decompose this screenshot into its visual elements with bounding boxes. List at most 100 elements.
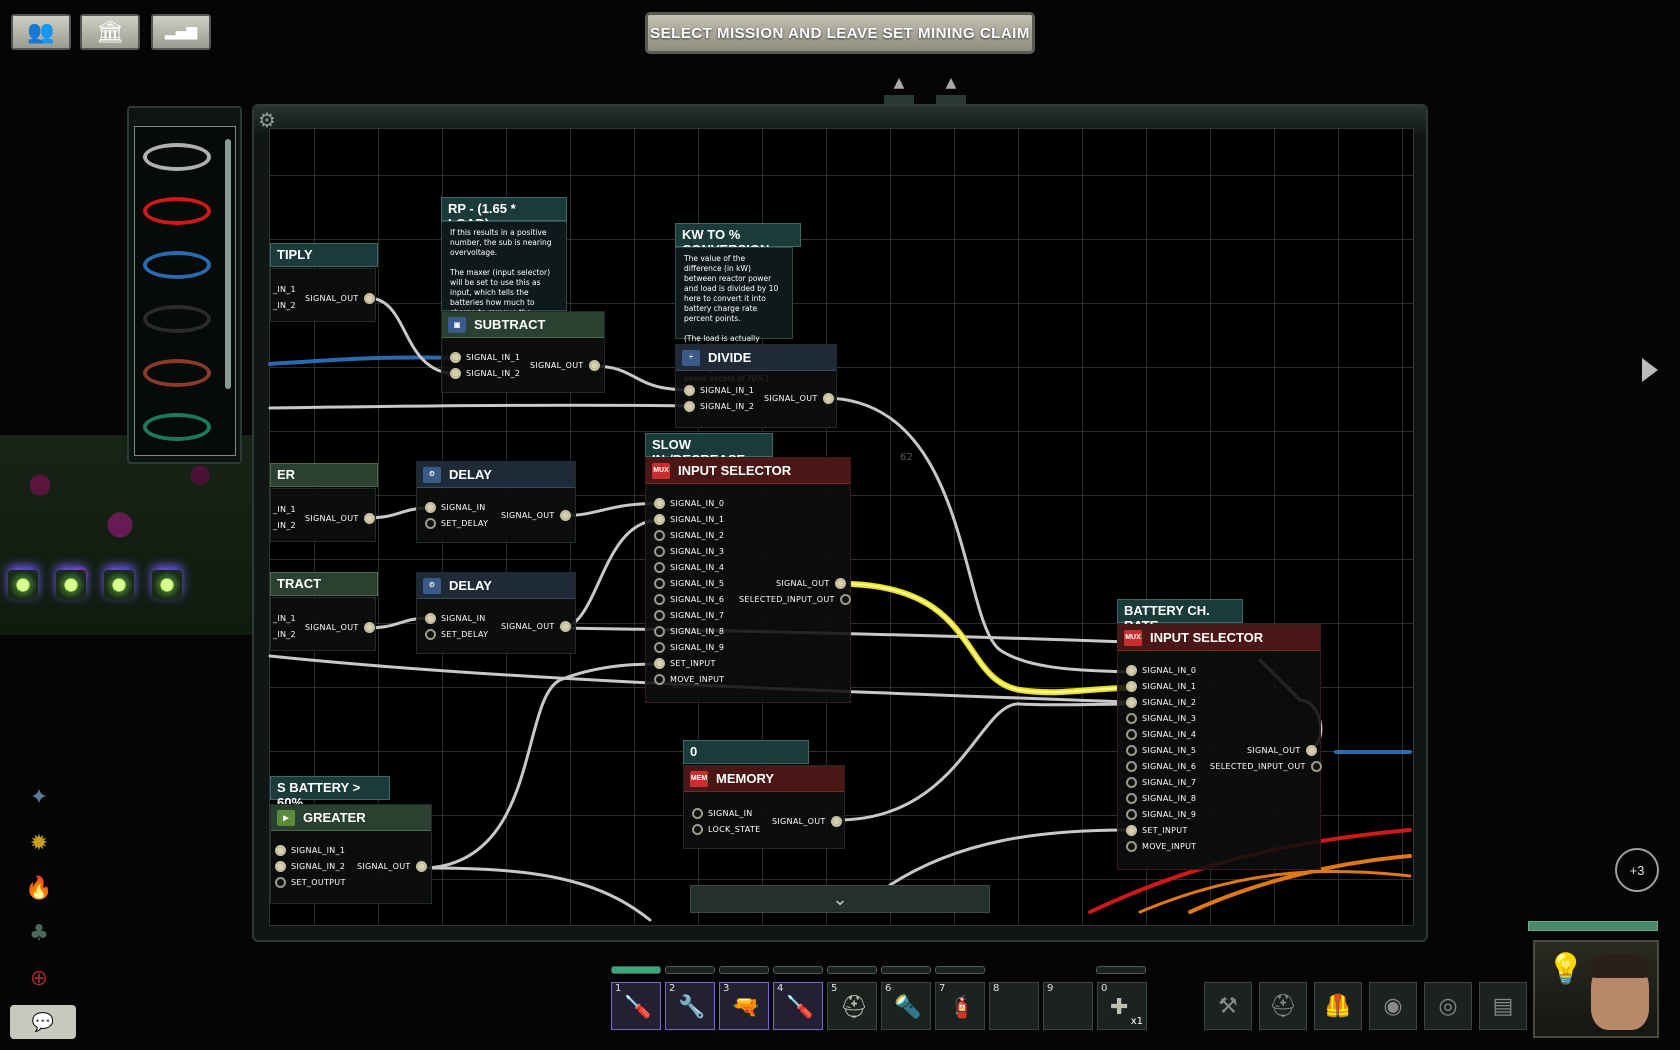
helmet-icon[interactable]: ⛑ — [1259, 982, 1307, 1030]
divide-component[interactable]: ÷ DIVIDE SIGNAL_IN_1 SIGNAL_IN_2 SIGNAL_O… — [675, 344, 837, 428]
pin-in-1[interactable]: SIGNAL_IN_1 — [450, 352, 520, 363]
pin-in-1[interactable]: _IN_1 — [273, 285, 296, 294]
input-selector-1[interactable]: MUX INPUT SELECTOR SIGNAL_IN_0 SIGNAL_IN_… — [645, 457, 851, 703]
select-mission-button[interactable]: SELECT MISSION AND LEAVE SET MINING CLAI… — [645, 12, 1035, 54]
pin-in-1[interactable]: SIGNAL_IN_1 — [684, 385, 754, 396]
pin-out[interactable]: SIGNAL_OUT — [501, 510, 571, 521]
pin-signal-out[interactable]: SIGNAL_OUT — [1247, 745, 1317, 756]
pin-signal-in-1[interactable]: SIGNAL_IN_1 — [1126, 681, 1196, 692]
hotbar-slot-0[interactable]: 0 ✚ x1 — [1097, 982, 1147, 1030]
hotbar-slot-3[interactable]: 3 🔫 — [719, 982, 769, 1030]
delay-component-2[interactable]: ⏲ DELAY SIGNAL_IN SET_DELAY SIGNAL_OUT — [416, 572, 576, 654]
pin-signal-in-7[interactable]: SIGNAL_IN_7 — [1126, 777, 1196, 788]
goggles-icon[interactable]: ◎ — [1424, 982, 1472, 1030]
pin-set-output[interactable]: SET_OUTPUT — [275, 877, 346, 888]
wire-item-gray[interactable] — [143, 143, 211, 171]
armor-icon[interactable]: 🦺 — [1314, 982, 1362, 1030]
tract-component[interactable]: _IN_1 _IN_2 SIGNAL_OUT — [270, 597, 376, 651]
pin-signal-in-0[interactable]: SIGNAL_IN_0 — [1126, 665, 1196, 676]
hotbar-slot-2[interactable]: 2 🔧 — [665, 982, 715, 1030]
pin-signal-in-2[interactable]: SIGNAL_IN_2 — [654, 530, 724, 541]
pin-out[interactable]: SIGNAL_OUT — [772, 816, 842, 827]
pin-signal-in-3[interactable]: SIGNAL_IN_3 — [654, 546, 724, 557]
pin-signal-in-5[interactable]: SIGNAL_IN_5 — [654, 578, 724, 589]
pin-signal-in-9[interactable]: SIGNAL_IN_9 — [654, 642, 724, 653]
pin-lock-state[interactable]: LOCK_STATE — [692, 824, 760, 835]
pin-signal-in-3[interactable]: SIGNAL_IN_3 — [1126, 713, 1196, 724]
hotbar-slot-5[interactable]: 5 ⛑ — [827, 982, 877, 1030]
character-portrait[interactable]: 💡 — [1533, 940, 1659, 1038]
pin-in-1[interactable]: SIGNAL_IN_1 — [275, 845, 345, 856]
pin-out[interactable]: SIGNAL_OUT — [305, 513, 375, 524]
hotbar-slot-4[interactable]: 4 🪛 — [773, 982, 823, 1030]
greater-component[interactable]: ▶ GREATER SIGNAL_IN_1 SIGNAL_IN_2 SET_OUT… — [270, 804, 432, 904]
weapon-icon[interactable]: ⚒ — [1204, 982, 1252, 1030]
pin-signal-in-1[interactable]: SIGNAL_IN_1 — [654, 514, 724, 525]
pin-in-2[interactable]: SIGNAL_IN_2 — [450, 368, 520, 379]
pin-in-2[interactable]: SIGNAL_IN_2 — [684, 401, 754, 412]
pin-in-2[interactable]: SIGNAL_IN_2 — [275, 861, 345, 872]
memory-component[interactable]: MEM MEMORY SIGNAL_IN LOCK_STATE SIGNAL_OU… — [683, 765, 845, 849]
pin-in-1[interactable]: _IN_1 — [273, 614, 296, 623]
pin-signal-in-7[interactable]: SIGNAL_IN_7 — [654, 610, 724, 621]
pin-signal-in-8[interactable]: SIGNAL_IN_8 — [1126, 793, 1196, 804]
pin-signal-in-0[interactable]: SIGNAL_IN_0 — [654, 498, 724, 509]
input-selector-2[interactable]: MUX INPUT SELECTOR SIGNAL_IN_0 SIGNAL_IN_… — [1117, 624, 1322, 870]
pin-in-2[interactable]: _IN_2 — [273, 630, 296, 639]
notifications-badge[interactable]: +3 — [1615, 848, 1659, 892]
pin-out[interactable]: SIGNAL_OUT — [305, 622, 375, 633]
fire-talent-icon[interactable]: 🔥 — [20, 869, 58, 907]
pin-out[interactable]: SIGNAL_OUT — [305, 293, 375, 304]
wire-item-brown[interactable] — [143, 359, 211, 387]
pin-out[interactable]: SIGNAL_OUT — [501, 621, 571, 632]
pin-in-2[interactable]: _IN_2 — [273, 521, 296, 530]
pin-signal-in-4[interactable]: SIGNAL_IN_4 — [1126, 729, 1196, 740]
pin-set-input[interactable]: SET_INPUT — [654, 658, 716, 669]
wire-item-red[interactable] — [143, 197, 211, 225]
pin-out[interactable]: SIGNAL_OUT — [764, 393, 834, 404]
pin-signal-in-5[interactable]: SIGNAL_IN_5 — [1126, 745, 1196, 756]
hotbar-slot-7[interactable]: 7 🧯 — [935, 982, 985, 1030]
targeting-talent-icon[interactable]: ⊕ — [20, 959, 58, 997]
campaign-button[interactable]: 🏛 — [80, 14, 140, 50]
tree-talent-icon[interactable]: ♣ — [20, 914, 58, 952]
pin-selected-input-out[interactable]: SELECTED_INPUT_OUT — [739, 594, 851, 605]
collapse-button[interactable]: ⌄ — [690, 885, 990, 913]
stats-button[interactable]: ▂▄▆ — [151, 14, 211, 50]
diving-suit-icon[interactable]: ◉ — [1369, 982, 1417, 1030]
pin-signal-in-6[interactable]: SIGNAL_IN_6 — [1126, 761, 1196, 772]
wire-item-blue[interactable] — [143, 251, 211, 279]
hotbar-slot-9[interactable]: 9 — [1043, 982, 1093, 1030]
medical-talent-icon[interactable]: ✦ — [20, 778, 58, 816]
engineer-talent-icon[interactable]: ✹ — [20, 824, 58, 862]
subtract-component[interactable]: ▣ SUBTRACT SIGNAL_IN_1 SIGNAL_IN_2 SIGNAL… — [441, 311, 605, 393]
palette-scrollbar[interactable] — [225, 139, 231, 389]
bag-icon[interactable]: ▤ — [1479, 982, 1527, 1030]
pin-signal-in-2[interactable]: SIGNAL_IN_2 — [1126, 697, 1196, 708]
pin-signal-in[interactable]: SIGNAL_IN — [425, 613, 486, 624]
er-component[interactable]: _IN_1 _IN_2 SIGNAL_OUT — [270, 488, 376, 542]
pin-signal-in-6[interactable]: SIGNAL_IN_6 — [654, 594, 724, 605]
pin-out[interactable]: SIGNAL_OUT — [530, 360, 600, 371]
pin-signal-in-8[interactable]: SIGNAL_IN_8 — [654, 626, 724, 637]
chat-button[interactable]: 💬 — [10, 1005, 76, 1039]
pin-signal-out[interactable]: SIGNAL_OUT — [776, 578, 846, 589]
pin-set-input[interactable]: SET_INPUT — [1126, 825, 1188, 836]
hotbar-slot-8[interactable]: 8 — [989, 982, 1039, 1030]
pin-in-1[interactable]: _IN_1 — [273, 505, 296, 514]
pin-signal-in[interactable]: SIGNAL_IN — [692, 808, 753, 819]
pin-set-delay[interactable]: SET_DELAY — [425, 518, 488, 529]
pin-selected-input-out[interactable]: SELECTED_INPUT_OUT — [1210, 761, 1322, 772]
pin-move-input[interactable]: MOVE_INPUT — [654, 674, 725, 685]
wire-item-green[interactable] — [143, 413, 211, 441]
wire-item-black[interactable] — [143, 305, 211, 333]
hotbar-slot-6[interactable]: 6 🔦 — [881, 982, 931, 1030]
multiply-component[interactable]: _IN_1 _IN_2 SIGNAL_OUT — [270, 268, 376, 322]
pin-set-delay[interactable]: SET_DELAY — [425, 629, 488, 640]
delay-component-1[interactable]: ⏲ DELAY SIGNAL_IN SET_DELAY SIGNAL_OUT — [416, 461, 576, 543]
pin-in-2[interactable]: _IN_2 — [273, 301, 296, 310]
pin-out[interactable]: SIGNAL_OUT — [357, 861, 427, 872]
pin-signal-in[interactable]: SIGNAL_IN — [425, 502, 486, 513]
crew-button[interactable]: 👥 — [11, 14, 71, 50]
pin-signal-in-4[interactable]: SIGNAL_IN_4 — [654, 562, 724, 573]
